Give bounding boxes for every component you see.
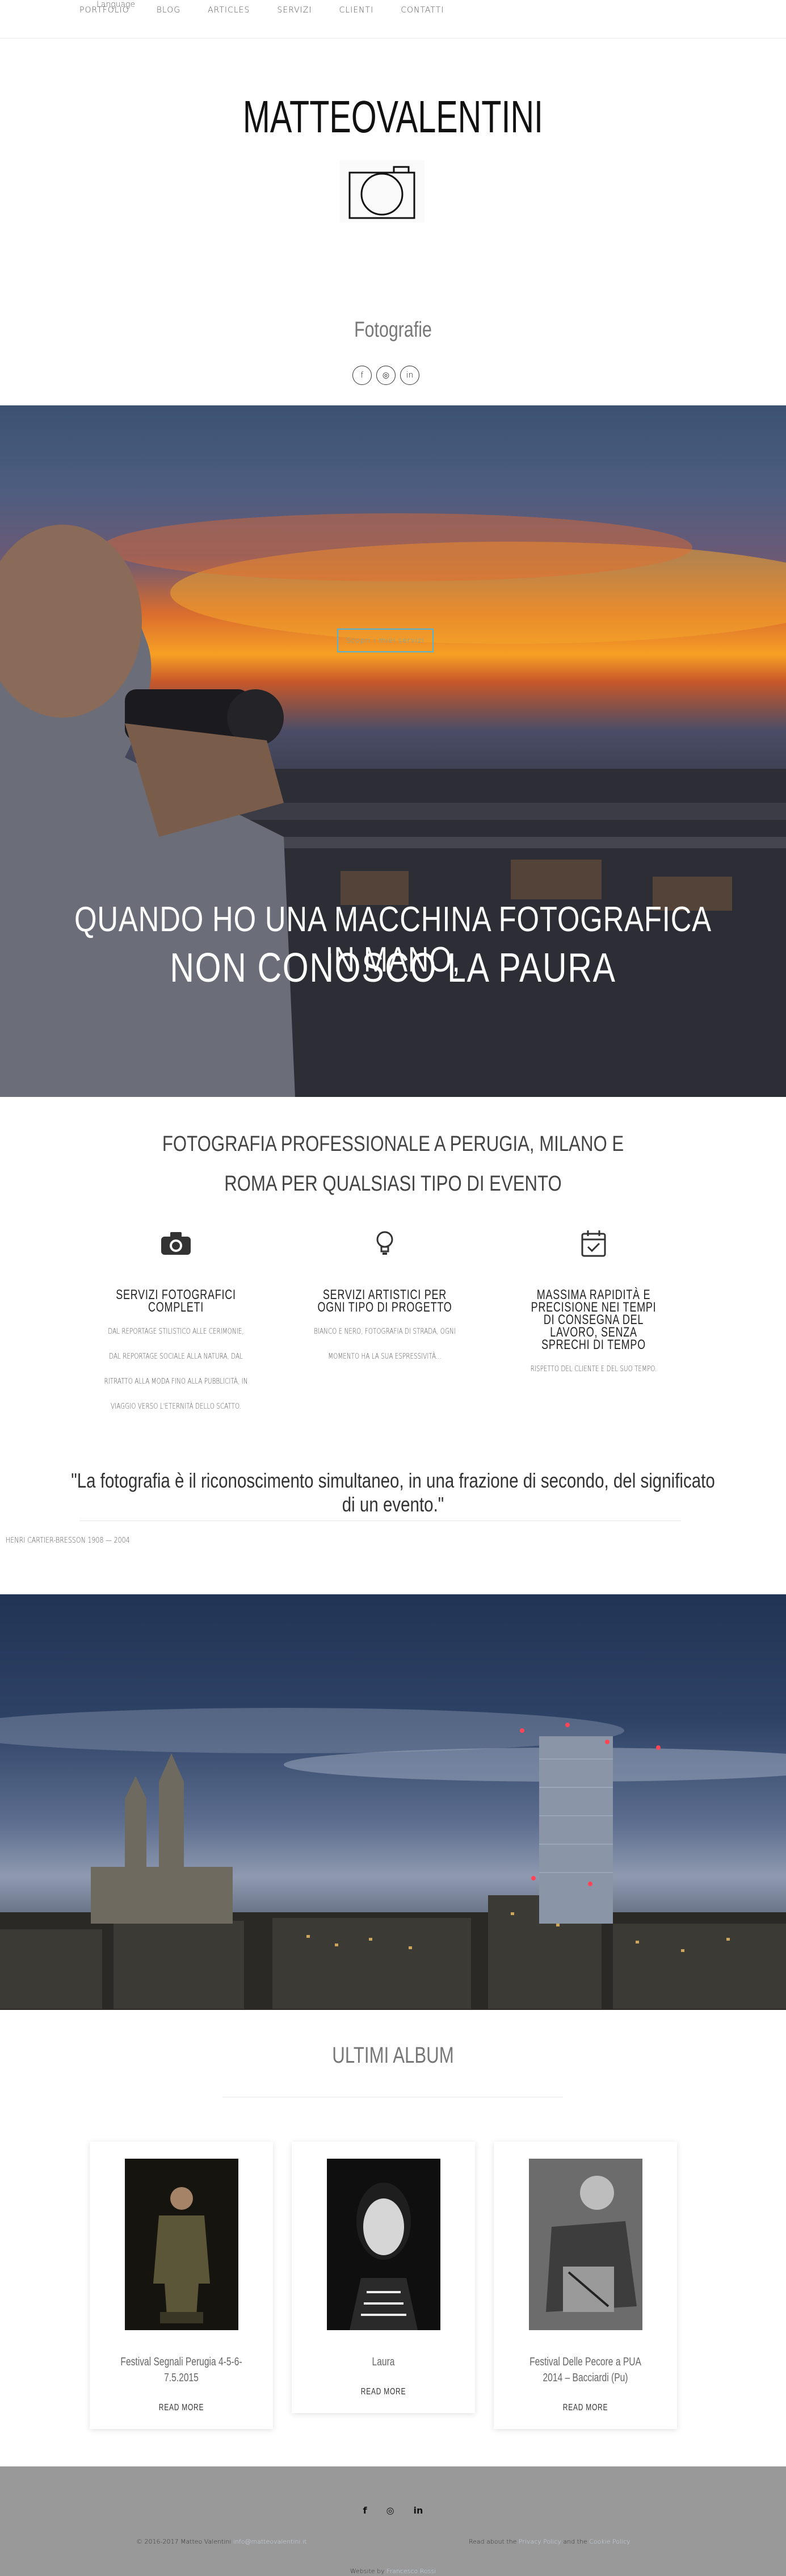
discover-services-button[interactable]: Scopri i miei servizi — [337, 629, 434, 652]
service-item-artistic: SERVIZI ARTISTICI PER OGNI TIPO DI PROGE… — [294, 1226, 476, 1369]
menu-item-servizi[interactable]: SERVIZI — [277, 6, 312, 15]
website-prefix: Website by — [350, 2567, 385, 2575]
site-title[interactable]: MATTEOVALENTINI — [110, 91, 676, 143]
linkedin-icon[interactable]: in — [414, 2505, 423, 2516]
header-social-links: f ◎ in — [352, 366, 419, 385]
quote-text: "La fotografia è il riconoscimento simul… — [71, 1469, 715, 1516]
album-title[interactable]: Festival Segnali Perugia 4-5-6-7.5.2015 — [110, 2354, 253, 2386]
copyright-label: © 2016-2017 Matteo Valentini — [136, 2538, 232, 2545]
read-more-link[interactable]: READ MORE — [112, 2403, 250, 2413]
email-link[interactable]: info@matteovalentini.it — [233, 2538, 307, 2545]
privacy-policy-link[interactable]: Privacy Policy — [519, 2538, 561, 2545]
menu-item-clienti[interactable]: CLIENTI — [339, 6, 374, 15]
service-heading: SERVIZI FOTOGRAFICI COMPLETI — [116, 1287, 236, 1315]
site-footer: f ◎ in © 2016-2017 Matteo Valentini info… — [0, 2466, 786, 2576]
services-heading: FOTOGRAFIA PROFESSIONALE A PERUGIA, MILA… — [162, 1132, 624, 1196]
quote-author: HENRI CARTIER-BRESSON 1908 — 2004 — [6, 1536, 130, 1545]
read-more-link[interactable]: READ MORE — [314, 2387, 452, 2397]
calendar-check-icon — [577, 1226, 611, 1260]
album-title[interactable]: Laura — [312, 2354, 455, 2370]
facebook-icon[interactable]: f — [363, 2505, 367, 2516]
albums-heading: ULTIMI ALBUM — [332, 2043, 454, 2068]
album-thumbnail[interactable] — [124, 2159, 238, 2330]
album-card[interactable]: Festival Segnali Perugia 4-5-6-7.5.2015 … — [90, 2142, 273, 2429]
footer-social-links: f ◎ in — [0, 2505, 786, 2516]
instagram-icon[interactable]: ◎ — [386, 2505, 394, 2516]
camera-logo-icon[interactable] — [339, 160, 424, 223]
album-thumbnail[interactable] — [528, 2159, 642, 2330]
album-title[interactable]: Festival Delle Pecore a PUA 2014 – Bacci… — [514, 2354, 657, 2386]
main-menu: PORTFOLIO BLOG ARTICLES SERVIZI CLIENTI … — [79, 6, 444, 15]
skyline-photo — [0, 1594, 786, 2010]
page-subtitle: Fotografie — [354, 318, 432, 342]
service-text: RISPETTO DEL CLIENTE E DEL SUO TEMPO. — [530, 1365, 657, 1373]
menu-item-contatti[interactable]: CONTATTI — [401, 6, 444, 15]
linkedin-icon[interactable]: in — [400, 366, 419, 385]
menu-item-blog[interactable]: BLOG — [157, 6, 180, 15]
service-heading: MASSIMA RAPIDITÀ E PRECISIONE NEI TEMPI … — [531, 1287, 657, 1352]
service-item-speed: MASSIMA RAPIDITÀ E PRECISIONE NEI TEMPI … — [503, 1226, 684, 1382]
camera-icon — [159, 1226, 193, 1260]
privacy-prefix: Read about the — [469, 2538, 517, 2545]
lightbulb-icon — [368, 1226, 402, 1260]
hero-headline-line2: NON CONOSCO LA PAURA — [170, 945, 616, 991]
hero-photo — [0, 513, 786, 1097]
website-credit-link[interactable]: Francesco Rossi — [386, 2567, 436, 2575]
service-text: DAL REPORTAGE STILISTICO ALLE CERIMONIE,… — [104, 1327, 248, 1411]
top-navigation: Language PORTFOLIO BLOG ARTICLES SERVIZI… — [0, 0, 786, 39]
service-heading: SERVIZI ARTISTICI PER OGNI TIPO DI PROGE… — [317, 1287, 452, 1315]
website-credit: Website by Francesco Rossi — [0, 2567, 786, 2575]
policy-text: Read about the Privacy Policy and the Co… — [469, 2538, 631, 2545]
service-item-complete: SERVIZI FOTOGRAFICI COMPLETI DAL REPORTA… — [85, 1226, 267, 1419]
menu-item-articles[interactable]: ARTICLES — [208, 6, 250, 15]
read-more-link[interactable]: READ MORE — [516, 2403, 654, 2413]
privacy-mid: and the — [563, 2538, 587, 2545]
cookie-policy-link[interactable]: Cookie Policy — [589, 2538, 630, 2545]
copyright-text: © 2016-2017 Matteo Valentini info@matteo… — [136, 2538, 306, 2545]
album-card[interactable]: Festival Delle Pecore a PUA 2014 – Bacci… — [494, 2142, 677, 2429]
hero-banner: QUANDO HO UNA MACCHINA FOTOGRAFICA IN MA… — [0, 405, 786, 1097]
instagram-icon[interactable]: ◎ — [376, 366, 396, 385]
album-card[interactable]: Laura READ MORE — [292, 2142, 475, 2413]
service-text: BIANCO E NERO, FOTOGRAFIA DI STRADA, OGN… — [314, 1327, 456, 1361]
menu-item-portfolio[interactable]: PORTFOLIO — [79, 6, 129, 15]
facebook-icon[interactable]: f — [352, 366, 372, 385]
album-thumbnail[interactable] — [326, 2159, 440, 2330]
